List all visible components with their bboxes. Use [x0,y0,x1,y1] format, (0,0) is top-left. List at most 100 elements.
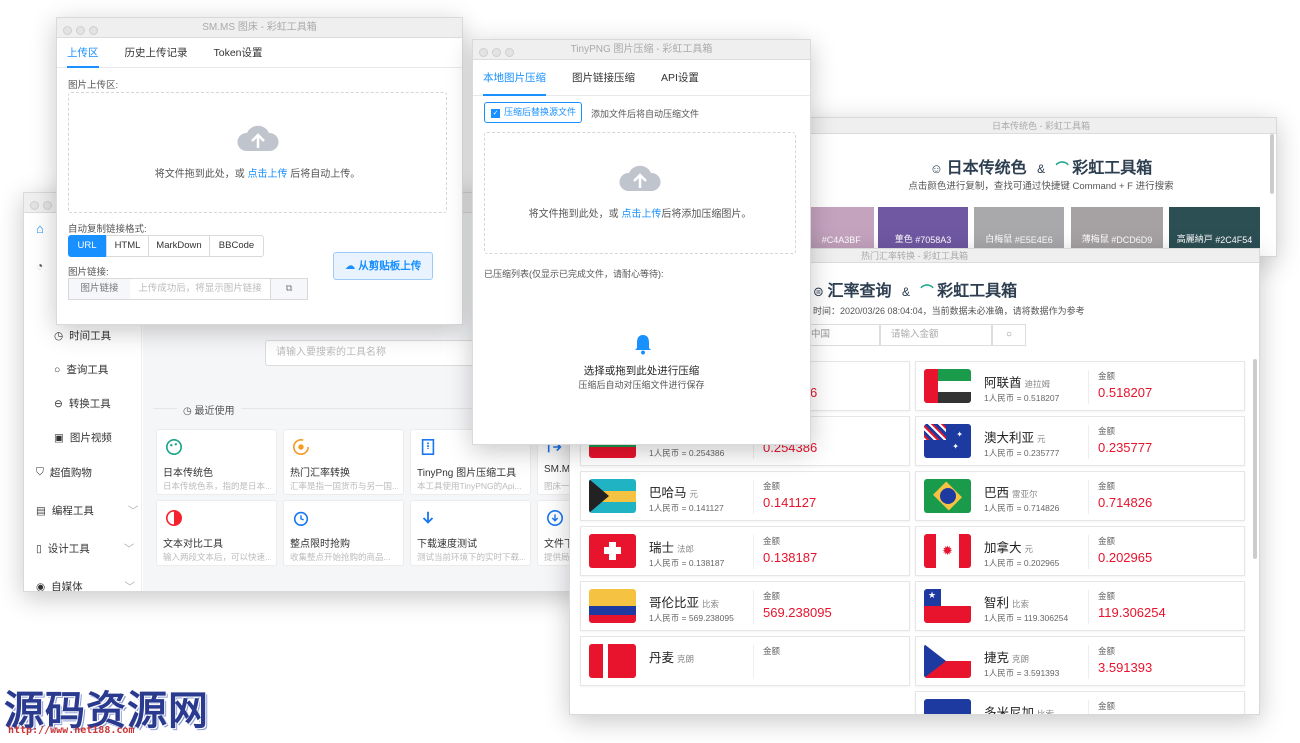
amount-value: 0.714826 [1098,495,1153,510]
copy-link-button[interactable]: ⧉ [270,278,308,300]
close-dot[interactable] [63,26,72,35]
amount-label: 金额 [763,481,781,491]
divider [1088,645,1089,679]
format-html-button[interactable]: HTML [106,235,149,257]
country-name: 加拿大 [984,541,1022,555]
rate-text: 1人民币 = 0.714826 [984,503,1060,513]
rate-text: 1人民币 = 569.238095 [649,613,734,623]
color-swatch[interactable]: 高麗納戸 #2C4F54 [1169,207,1260,251]
tool-card-speed-test[interactable]: 下载速度测试 测试当前环境下的实时下载... [410,500,531,566]
flag-canada-icon: ✹ [924,534,971,568]
tool-card-flash-sale[interactable]: 整点限时抢购 收集整点开始抢购的商品... [283,500,404,566]
amount-label: 金额 [1098,591,1116,601]
currency-card[interactable]: 巴西 雷亚尔 1人民币 = 0.714826 金额 0.714826 [915,471,1245,521]
home-icon[interactable]: ⌂ [36,221,44,236]
sidebar-item-query[interactable]: ○ 查询工具 [54,362,108,377]
recent-label: ◷ 最近使用 [177,402,241,417]
chevron-down-icon: ﹀ [123,543,135,555]
tiny-tabs: 本地图片压缩 图片链接压缩 API设置 [473,60,810,96]
dropzone-text: 将文件拖到此处，或 点击上传 后将自动上传。 [154,169,361,180]
sidebar-item-image[interactable]: ▣ 图片视频 [54,430,112,445]
currency-select[interactable]: 中国 [802,324,880,346]
amount-label: 金额 [1098,481,1116,491]
media-icon: ◉ [36,580,46,592]
currency-card[interactable]: ✦ ✦ 澳大利亚元 1人民币 = 0.235777 金额 0.235777 [915,416,1245,466]
currency-card[interactable]: 多米尼加 比索 金额 [915,691,1245,715]
empty-subtitle: 压缩后自动对压缩文件进行保存 [578,380,705,390]
color-swatch[interactable]: #C4A3BF [806,207,874,251]
color-swatch[interactable]: 菫色 #7058A3 [878,207,968,251]
amount-value: 3.591393 [1098,660,1153,675]
tab-api-settings[interactable]: API设置 [661,60,699,96]
currency-card[interactable]: 瑞士 法郎 1人民币 = 0.138187 金额 0.138187 [580,526,910,576]
format-bbcode-button[interactable]: BBCode [209,235,264,257]
amount-search-button[interactable]: ○ [992,324,1026,346]
paste-upload-button[interactable]: ☁ 从剪贴板上传 [333,252,433,280]
tool-card-text-compare[interactable]: 文本对比工具 输入两段文本后，可以快速... [156,500,277,566]
tab-history[interactable]: 历史上传记录 [125,38,188,68]
country-name: 多米尼加 [984,706,1035,715]
currency-unit: 克朗 [1012,654,1030,664]
tool-card-exchange[interactable]: 热门汇率转换 汇率是指一国货币与另一国... [283,429,404,495]
scrollbar[interactable] [1253,359,1257,559]
currency-card[interactable]: ★ 智利 比索 1人民币 = 119.306254 金额 119.306254 [915,581,1245,631]
replace-source-checkbox[interactable]: ✓ 压缩后替换源文件 [484,102,582,123]
rate-text: 1人民币 = 0.141127 [649,503,724,513]
click-upload-link[interactable]: 点击上传 [248,169,288,180]
sidebar-item-design[interactable]: ▯ 设计工具 ﹀ [36,541,134,556]
flag-switzerland-icon [589,534,636,568]
amount-value: 0.202965 [1098,550,1153,565]
sidebar-item-media[interactable]: ◉ 自媒体 ﹀ [36,579,135,592]
minimize-dot[interactable] [492,48,501,57]
tab-link-compress[interactable]: 图片链接压缩 [572,60,635,96]
color-swatch[interactable]: 薄梅鼠 #DCD6D9 [1071,207,1163,251]
country-name: 阿联酋 [984,376,1022,390]
compress-dropzone[interactable]: 将文件拖到此处，或 点击上传后将添加压缩图片。 [484,132,796,254]
maximize-dot[interactable] [505,48,514,57]
tab-token[interactable]: Token设置 [214,38,263,68]
scrollbar[interactable] [1270,134,1274,194]
settings-icon[interactable]: ◔ [36,259,43,273]
link-prefix: 图片链接 [68,278,131,300]
exchange-icon [292,438,310,456]
palette-icon [165,438,183,456]
currency-card[interactable]: 捷克 克朗 1人民币 = 3.591393 金额 3.591393 [915,636,1245,686]
color-swatch[interactable]: 白梅鼠 #E5E4E6 [974,207,1064,251]
format-url-button[interactable]: URL [68,235,106,257]
divider [753,535,754,569]
click-upload-link[interactable]: 点击上传 [621,209,661,220]
sidebar-item-convert[interactable]: ⊖ 转换工具 [54,396,111,411]
format-markdown-button[interactable]: MarkDown [148,235,210,257]
sidebar-item-time[interactable]: ◷ 时间工具 [54,328,111,343]
sidebar-item-shopping[interactable]: ⛉ 超值购物 [36,465,92,480]
close-dot[interactable] [479,48,488,57]
amount-value: 0.141127 [763,495,817,510]
currency-card[interactable]: 丹麦 克朗 金额 [580,636,910,686]
country-name: 澳大利亚 [984,431,1035,445]
currency-card[interactable]: 阿联酋 迪拉姆 1人民币 = 0.518207 金额 0.518207 [915,361,1245,411]
minimize-dot[interactable] [76,26,85,35]
amount-value: 0.138187 [763,550,818,565]
upload-dropzone[interactable]: 将文件拖到此处，或 点击上传 后将自动上传。 [68,92,447,213]
currency-unit: 元 [1024,544,1034,554]
flag-chile-icon: ★ [924,589,971,623]
cloud-upload-icon [236,125,279,151]
search-input[interactable]: 请输入要搜索的工具名称 [265,340,505,366]
sidebar-item-code[interactable]: ▤ 编程工具 ﹀ [36,503,138,518]
country-name: 哥伦比亚 [649,596,700,610]
clock-icon: ◷ [183,406,195,417]
rate-text: 1人民币 = 119.306254 [984,613,1069,623]
currency-card[interactable]: 巴哈马元 1人民币 = 0.141127 金额 0.141127 [580,471,910,521]
currency-card[interactable]: ✹ 加拿大元 1人民币 = 0.202965 金额 0.202965 [915,526,1245,576]
link-output-field[interactable]: 上传成功后，将显示图片链接 [130,278,271,300]
country-name: 丹麦 [649,651,675,665]
link-label: 图片链接: [68,267,109,278]
currency-card[interactable]: 哥伦比亚 比索 1人民币 = 569.238095 金额 569.238095 [580,581,910,631]
country-name: 智利 [984,596,1010,610]
compressed-list-label: 已压缩列表(仅显示已完成文件，请耐心等待): [484,269,664,279]
rate-text: 1人民币 = 3.591393 [984,668,1060,678]
amount-input[interactable]: 请输入金额 [880,324,992,346]
tool-card-japan-color[interactable]: 日本传统色 日本传统色系，指的是日本... [156,429,277,495]
maximize-dot[interactable] [89,26,98,35]
flag-uae-icon [924,369,971,403]
